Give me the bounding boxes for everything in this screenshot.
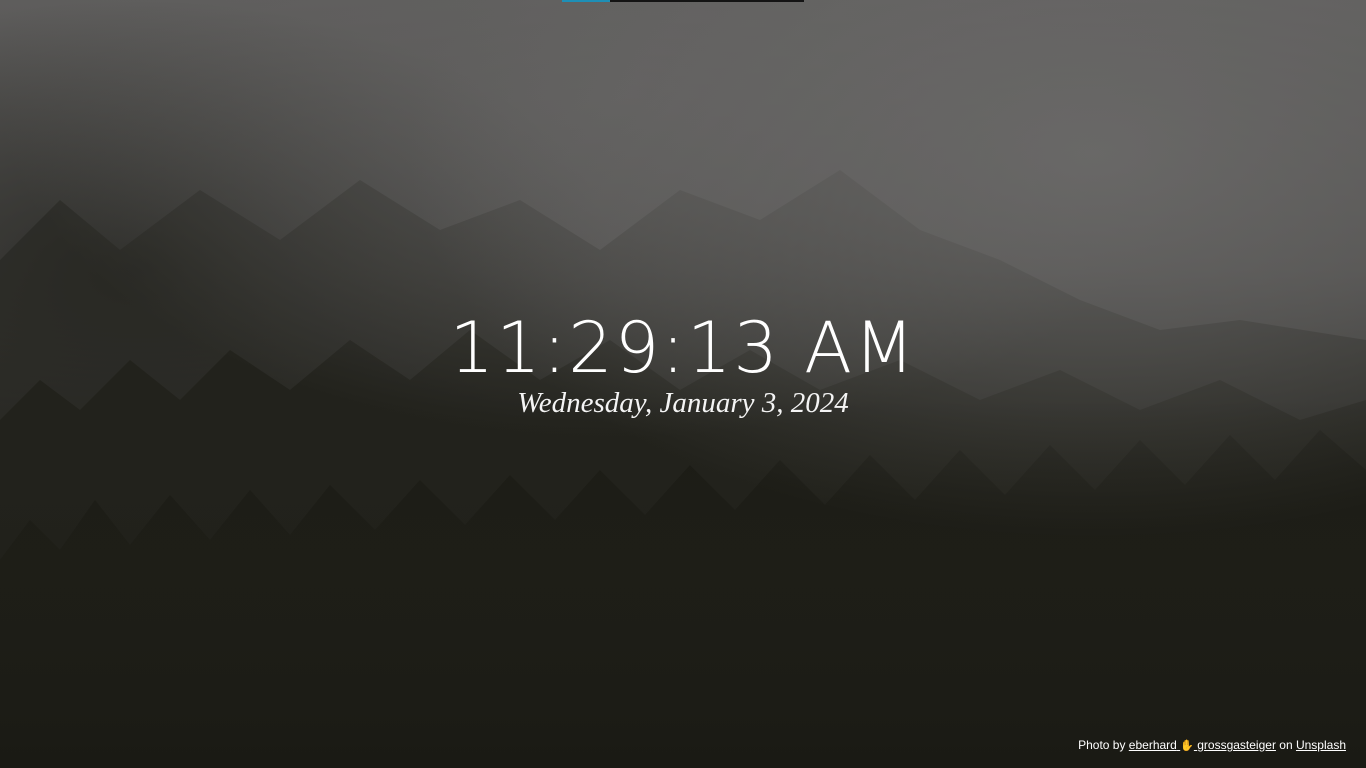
load-progress-bar [562, 0, 804, 2]
credit-prefix: Photo by [1078, 738, 1129, 752]
photographer-first-name: eberhard [1128, 738, 1177, 752]
raised-hand-icon: ✋ [1180, 740, 1194, 752]
clock-date: Wednesday, January 3, 2024 [517, 387, 849, 419]
clock-widget: 11:29:13 AM Wednesday, January 3, 2024 [0, 306, 1366, 420]
load-progress-fill [562, 0, 611, 2]
photographer-last-name: grossgasteiger [1197, 738, 1276, 752]
clock-time: 11:29:13 AM [449, 307, 917, 389]
photographer-link[interactable]: eberhard ✋ grossgasteiger [1129, 738, 1276, 752]
new-tab-page: 11:29:13 AM Wednesday, January 3, 2024 P… [0, 0, 1366, 768]
photo-credit: Photo by eberhard ✋ grossgasteiger on Un… [1078, 737, 1346, 754]
unsplash-link[interactable]: Unsplash [1296, 738, 1346, 752]
credit-middle: on [1275, 738, 1296, 752]
